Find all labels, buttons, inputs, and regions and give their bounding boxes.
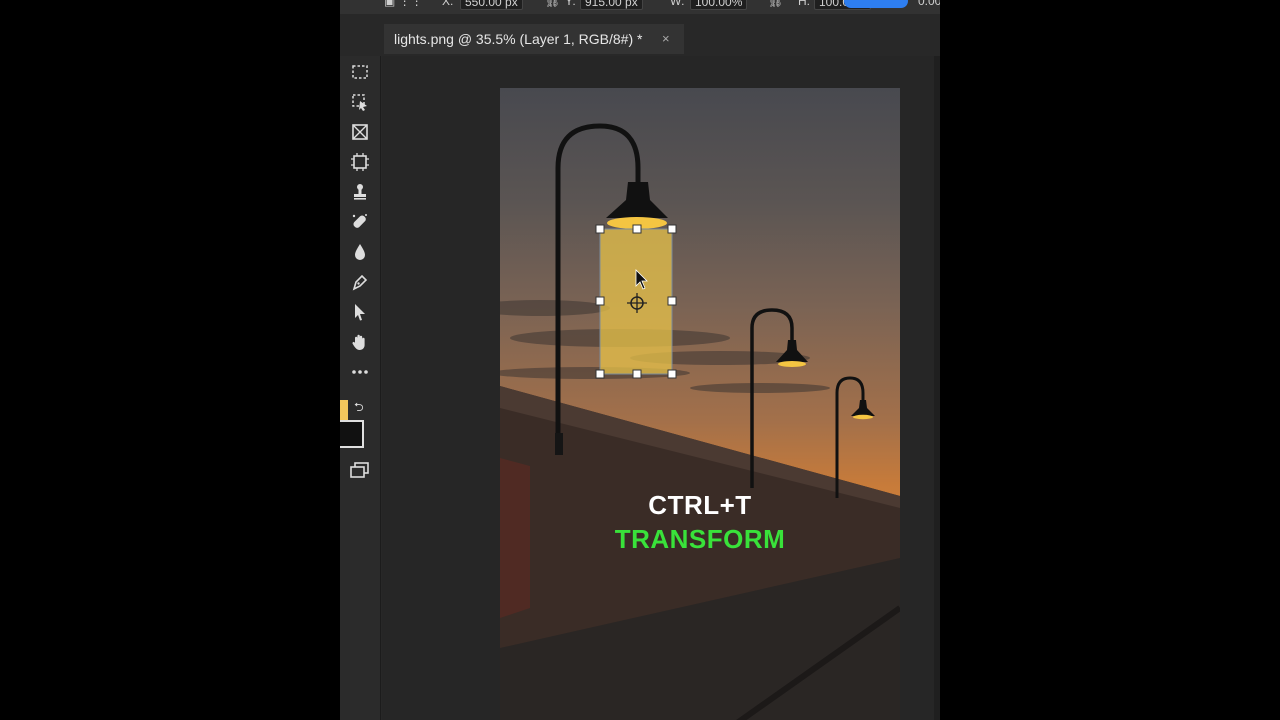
h-label: H: — [798, 0, 810, 8]
y-position-field[interactable]: 915.00 px — [580, 0, 643, 10]
canvas-area[interactable]: CTRL+T TRANSFORM — [382, 56, 940, 720]
width-field[interactable]: 100.00% — [690, 0, 748, 10]
angle-field[interactable]: 0.00 — [918, 0, 940, 8]
more-tools-icon[interactable] — [348, 360, 372, 384]
reference-point-icon[interactable]: ▣ ⋮⋮ — [384, 0, 423, 8]
maintain-aspect-icon[interactable]: ⛓ — [768, 0, 783, 8]
frame-tool-icon[interactable] — [348, 120, 372, 144]
clone-stamp-icon[interactable] — [348, 180, 372, 204]
shortcut-caption: CTRL+T — [648, 490, 752, 520]
x-label: X: — [442, 0, 454, 8]
background-color-swatch[interactable] — [340, 420, 364, 448]
blur-drop-icon[interactable] — [348, 240, 372, 264]
transform-caption: TRANSFORM — [614, 524, 786, 554]
highlight-marker — [844, 0, 908, 8]
pen-tool-icon[interactable] — [348, 270, 372, 294]
document-tab-title: lights.png @ 35.5% (Layer 1, RGB/8#) * — [394, 31, 643, 47]
spot-healing-icon[interactable] — [348, 210, 372, 234]
tools-panel: ⮌ — [340, 56, 381, 720]
lamp-scene — [500, 123, 900, 720]
object-selection-icon[interactable] — [348, 90, 372, 114]
w-label: W: — [670, 0, 685, 8]
document-tab[interactable]: lights.png @ 35.5% (Layer 1, RGB/8#) * × — [384, 24, 684, 54]
artboard-icon[interactable] — [348, 150, 372, 174]
document-canvas[interactable]: CTRL+T TRANSFORM — [500, 88, 900, 720]
document-tab-bar: lights.png @ 35.5% (Layer 1, RGB/8#) * × — [340, 14, 940, 56]
path-selection-icon[interactable] — [348, 300, 372, 324]
hand-tool-icon[interactable] — [348, 330, 372, 354]
vertical-scrollbar[interactable] — [934, 56, 940, 720]
screen-mode-icon[interactable] — [348, 460, 372, 480]
close-tab-icon[interactable]: × — [662, 24, 670, 54]
swap-colors-icon[interactable]: ⮌ — [354, 398, 364, 419]
y-label: Y: — [565, 0, 576, 8]
link-icon[interactable]: ⛓ — [545, 0, 560, 8]
rectangular-marquee-icon[interactable] — [348, 60, 372, 84]
photoshop-window: ▣ ⋮⋮ X: 550.00 px ⛓ Y: 915.00 px W: 100.… — [340, 0, 940, 720]
x-position-field[interactable]: 550.00 px — [460, 0, 523, 10]
options-bar: ▣ ⋮⋮ X: 550.00 px ⛓ Y: 915.00 px W: 100.… — [340, 0, 940, 14]
